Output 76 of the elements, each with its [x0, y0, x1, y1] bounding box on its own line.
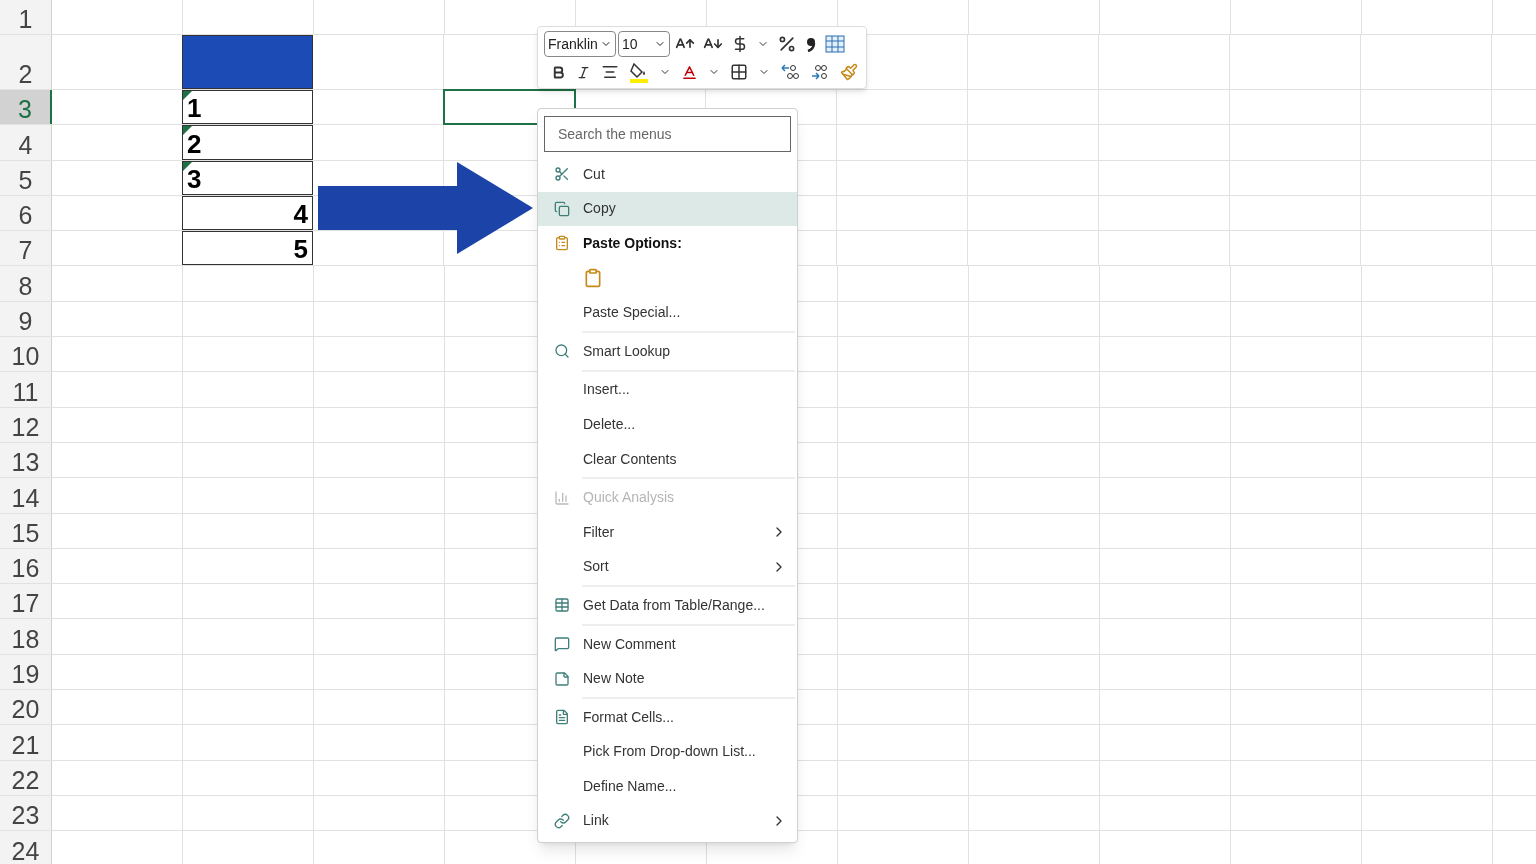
- menu-item[interactable]: Clear Contents: [538, 441, 797, 481]
- scissors-icon: [553, 166, 570, 183]
- row-header[interactable]: 24: [0, 831, 52, 864]
- row-header[interactable]: 21: [0, 725, 52, 760]
- bold-icon: [551, 64, 566, 80]
- row-header[interactable]: 18: [0, 619, 52, 654]
- table-cell: 1: [182, 90, 313, 125]
- menu-item[interactable]: Define Name...: [538, 769, 797, 804]
- row-header[interactable]: 7: [0, 231, 52, 266]
- comma-icon: [805, 35, 817, 53]
- row-header[interactable]: 12: [0, 407, 52, 442]
- row-header[interactable]: 2: [0, 35, 52, 89]
- paint-bucket-icon: [629, 61, 649, 83]
- menu-item[interactable]: Paste Special...: [538, 295, 797, 334]
- row-header[interactable]: 14: [0, 478, 52, 513]
- font-color-icon: [681, 63, 698, 81]
- decrease-decimal-icon: [810, 63, 830, 81]
- menu-item[interactable]: Copy: [538, 191, 797, 227]
- menu-item[interactable]: Link: [538, 803, 797, 839]
- note-icon: [553, 670, 570, 687]
- increase-decimal-icon: [780, 63, 800, 81]
- row-header[interactable]: 19: [0, 654, 52, 690]
- search-icon: [553, 343, 570, 360]
- menu-item[interactable]: New Note: [538, 661, 797, 700]
- table-cell: 5: [182, 231, 313, 266]
- chart-icon: [553, 489, 570, 506]
- row-header[interactable]: 4: [0, 125, 52, 160]
- row-header[interactable]: 11: [0, 372, 52, 407]
- menu-item[interactable]: Pick From Drop-down List...: [538, 734, 797, 770]
- error-indicator-icon: [183, 126, 192, 136]
- error-indicator-icon: [183, 91, 192, 100]
- italic-icon: [576, 64, 591, 80]
- row-header[interactable]: 13: [0, 442, 52, 478]
- document-icon: [553, 709, 570, 726]
- menu-item[interactable]: Get Data from Table/Range...: [538, 588, 797, 627]
- row-header[interactable]: 5: [0, 160, 52, 195]
- row-header[interactable]: 3: [0, 90, 52, 125]
- menu-header: Paste Options:: [538, 226, 797, 261]
- borders-icon: [730, 63, 748, 81]
- align-center-icon: [601, 63, 619, 81]
- row-header[interactable]: 10: [0, 337, 52, 372]
- row-header[interactable]: 23: [0, 795, 52, 831]
- menu-item[interactable]: New Comment: [538, 626, 797, 662]
- row-header[interactable]: 22: [0, 760, 52, 795]
- size-dropdown[interactable]: 10: [618, 31, 670, 57]
- row-header[interactable]: 6: [0, 195, 52, 231]
- row-header[interactable]: 1: [0, 0, 52, 34]
- menu-item[interactable]: Delete...: [538, 407, 797, 442]
- error-indicator-icon: [183, 161, 192, 171]
- table-cell: 2: [182, 125, 313, 160]
- row-header[interactable]: 8: [0, 266, 52, 301]
- row-header[interactable]: 17: [0, 584, 52, 619]
- copy-icon: [553, 200, 570, 217]
- menu-item[interactable]: Format Cells...: [538, 699, 797, 735]
- row-header[interactable]: 15: [0, 513, 52, 548]
- menu-item[interactable]: Cut: [538, 157, 797, 192]
- paintbrush-icon: [840, 63, 858, 81]
- link-icon: [553, 813, 570, 829]
- table-cell: 3: [182, 160, 313, 195]
- table-icon: [825, 35, 845, 53]
- row-header[interactable]: 16: [0, 548, 52, 584]
- menu-item[interactable]: Insert...: [538, 372, 797, 408]
- comment-icon: [553, 636, 570, 652]
- search-field[interactable]: Search the menus: [544, 116, 791, 152]
- clipboard-icon: [553, 235, 570, 252]
- menu-item[interactable]: Smart Lookup: [538, 333, 797, 373]
- font-dropdown[interactable]: Franklin: [544, 31, 616, 57]
- clipboard-icon: [583, 268, 603, 289]
- menu-item[interactable]: Filter: [538, 514, 797, 550]
- menu-item[interactable]: Sort: [538, 549, 797, 589]
- table-cell: 4: [182, 195, 313, 231]
- percent-icon: [777, 34, 797, 54]
- row-header[interactable]: 20: [0, 690, 52, 725]
- selected-cell[interactable]: [444, 90, 575, 125]
- row-header[interactable]: 9: [0, 301, 52, 337]
- table-icon: [553, 597, 570, 614]
